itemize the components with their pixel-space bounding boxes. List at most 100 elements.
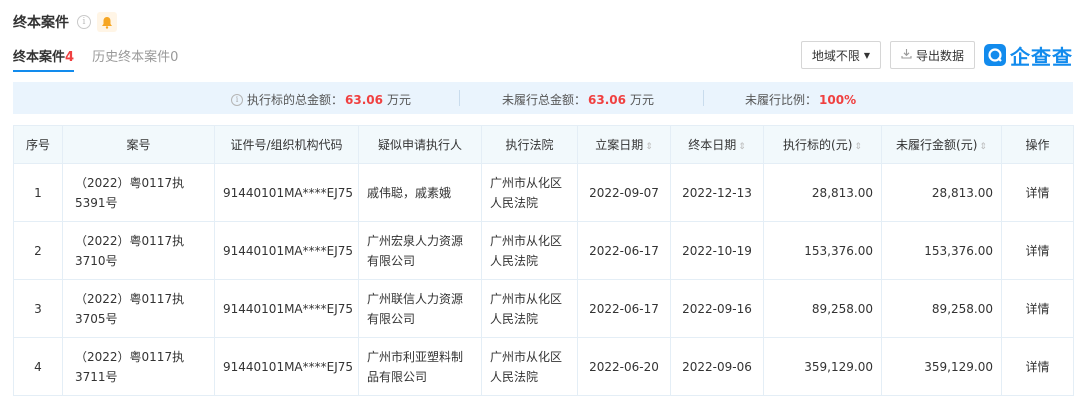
court: 广州市从化区人民法院 bbox=[481, 163, 578, 222]
end-date: 2022-09-06 bbox=[670, 337, 764, 396]
case-number-link[interactable]: （2022）粤0117执3711号 bbox=[62, 337, 215, 396]
details-link[interactable]: 详情 bbox=[1001, 163, 1074, 222]
col-header-index: 序号 bbox=[13, 125, 63, 164]
final-cases-table: 序号 案号 证件号/组织机构代码 疑似申请执行人 执行法院 立案日期 ⇕ 终本日期… bbox=[13, 125, 1074, 396]
filing-date: 2022-09-07 bbox=[577, 163, 671, 222]
details-link[interactable]: 详情 bbox=[1001, 279, 1074, 338]
unfulfilled-ratio-summary: 未履行比例： 100% bbox=[745, 91, 856, 108]
unfulfilled-ratio-label: 未履行比例： bbox=[745, 93, 818, 107]
unfulfilled-total-label: 未履行总金额： bbox=[502, 93, 587, 107]
brand-logo: 企查查 bbox=[984, 41, 1073, 70]
toolbar: 地域不限 ▼ 导出数据 企查查 bbox=[792, 40, 1073, 70]
row-index: 4 bbox=[13, 337, 63, 396]
col-header-id-code: 证件号/组织机构代码 bbox=[214, 125, 359, 164]
col-header-case-no: 案号 bbox=[62, 125, 215, 164]
region-filter-label: 地域不限 bbox=[811, 48, 860, 63]
id-code: 91440101MA****EJ75 bbox=[214, 337, 359, 396]
id-code: 91440101MA****EJ75 bbox=[214, 279, 359, 338]
unfulfilled-amount: 28,813.00 bbox=[881, 163, 1002, 222]
download-icon bbox=[901, 48, 912, 62]
court: 广州市从化区人民法院 bbox=[481, 221, 578, 280]
unfulfilled-amount: 359,129.00 bbox=[881, 337, 1002, 396]
info-icon[interactable]: i bbox=[77, 15, 91, 29]
col-header-label: 未履行金额(元) bbox=[896, 138, 978, 152]
unfulfilled-amount: 89,258.00 bbox=[881, 279, 1002, 338]
tab-history-final-cases[interactable]: 历史终本案件0 bbox=[92, 46, 178, 70]
sort-icon[interactable]: ⇕ bbox=[645, 142, 653, 152]
exec-amount: 359,129.00 bbox=[763, 337, 882, 396]
table-row: 3 （2022）粤0117执3705号 91440101MA****EJ75 广… bbox=[13, 279, 1074, 338]
filing-date: 2022-06-20 bbox=[577, 337, 671, 396]
summary-bar: i 执行标的总金额： 63.06 万元 未履行总金额： 63.06 万元 未履行… bbox=[13, 82, 1073, 114]
qichacha-logo-icon bbox=[984, 44, 1006, 66]
brand-name: 企查查 bbox=[1010, 44, 1073, 69]
exec-total-value: 63.06 bbox=[345, 92, 383, 107]
export-button[interactable]: 导出数据 bbox=[889, 41, 975, 69]
exec-total-label: 执行标的总金额： bbox=[247, 93, 344, 107]
exec-total-unit: 万元 bbox=[386, 93, 411, 107]
section-title-row: 终本案件 i bbox=[13, 12, 117, 32]
sort-icon[interactable]: ⇕ bbox=[979, 142, 987, 152]
applicant-text: 戚伟聪，戚素娥 bbox=[358, 163, 482, 222]
end-date: 2022-09-16 bbox=[670, 279, 764, 338]
table-row: 1 （2022）粤0117执5391号 91440101MA****EJ75 戚… bbox=[13, 163, 1074, 222]
tab-label: 终本案件 bbox=[13, 50, 66, 65]
case-number-link[interactable]: （2022）粤0117执3710号 bbox=[62, 221, 215, 280]
row-index: 1 bbox=[13, 163, 63, 222]
tab-bar: 终本案件4 历史终本案件0 bbox=[13, 46, 196, 72]
col-header-action: 操作 bbox=[1001, 125, 1074, 164]
exec-amount: 28,813.00 bbox=[763, 163, 882, 222]
id-code: 91440101MA****EJ75 bbox=[214, 221, 359, 280]
col-header-unfulfilled-amount[interactable]: 未履行金额(元) ⇕ bbox=[881, 125, 1002, 164]
col-header-label: 执行标的(元) bbox=[783, 138, 853, 152]
filing-date: 2022-06-17 bbox=[577, 221, 671, 280]
col-header-label: 立案日期 bbox=[595, 138, 644, 152]
region-filter-button[interactable]: 地域不限 ▼ bbox=[800, 41, 881, 69]
court: 广州市从化区人民法院 bbox=[481, 337, 578, 396]
row-index: 3 bbox=[13, 279, 63, 338]
unfulfilled-ratio-value: 100% bbox=[819, 92, 857, 107]
divider bbox=[459, 90, 460, 106]
id-code: 91440101MA****EJ75 bbox=[214, 163, 359, 222]
unfulfilled-total-unit: 万元 bbox=[629, 93, 654, 107]
tab-count: 4 bbox=[65, 50, 75, 65]
table-header-row: 序号 案号 证件号/组织机构代码 疑似申请执行人 执行法院 立案日期 ⇕ 终本日期… bbox=[13, 125, 1074, 164]
sort-icon[interactable]: ⇕ bbox=[738, 142, 746, 152]
export-label: 导出数据 bbox=[915, 48, 964, 63]
tab-count: 0 bbox=[170, 50, 179, 65]
details-link[interactable]: 详情 bbox=[1001, 221, 1074, 280]
case-number-link[interactable]: （2022）粤0117执3705号 bbox=[62, 279, 215, 338]
exec-total-summary: i 执行标的总金额： 63.06 万元 bbox=[231, 91, 411, 108]
details-link[interactable]: 详情 bbox=[1001, 337, 1074, 396]
col-header-filing-date[interactable]: 立案日期 ⇕ bbox=[577, 125, 671, 164]
applicant-link[interactable]: 广州市利亚塑料制品有限公司 bbox=[358, 337, 482, 396]
sort-icon[interactable]: ⇕ bbox=[854, 142, 862, 152]
unfulfilled-amount: 153,376.00 bbox=[881, 221, 1002, 280]
unfulfilled-total-summary: 未履行总金额： 63.06 万元 bbox=[502, 91, 654, 108]
divider bbox=[703, 90, 704, 106]
filing-date: 2022-06-17 bbox=[577, 279, 671, 338]
applicant-link[interactable]: 广州宏泉人力资源有限公司 bbox=[358, 221, 482, 280]
col-header-court: 执行法院 bbox=[481, 125, 578, 164]
exec-amount: 89,258.00 bbox=[763, 279, 882, 338]
end-date: 2022-10-19 bbox=[670, 221, 764, 280]
row-index: 2 bbox=[13, 221, 63, 280]
bell-icon[interactable] bbox=[97, 12, 117, 32]
col-header-exec-amount[interactable]: 执行标的(元) ⇕ bbox=[763, 125, 882, 164]
info-icon[interactable]: i bbox=[231, 93, 243, 106]
col-header-end-date[interactable]: 终本日期 ⇕ bbox=[670, 125, 764, 164]
tab-final-cases[interactable]: 终本案件4 bbox=[13, 46, 75, 72]
end-date: 2022-12-13 bbox=[670, 163, 764, 222]
caret-down-icon: ▼ bbox=[863, 50, 870, 60]
table-row: 2 （2022）粤0117执3710号 91440101MA****EJ75 广… bbox=[13, 221, 1074, 280]
court: 广州市从化区人民法院 bbox=[481, 279, 578, 338]
exec-amount: 153,376.00 bbox=[763, 221, 882, 280]
section-title: 终本案件 bbox=[13, 15, 69, 31]
unfulfilled-total-value: 63.06 bbox=[588, 92, 626, 107]
applicant-link[interactable]: 广州联信人力资源有限公司 bbox=[358, 279, 482, 338]
col-header-applicant: 疑似申请执行人 bbox=[358, 125, 482, 164]
case-number-link[interactable]: （2022）粤0117执5391号 bbox=[62, 163, 215, 222]
col-header-label: 终本日期 bbox=[688, 138, 737, 152]
tab-label: 历史终本案件 bbox=[92, 50, 171, 65]
table-row: 4 （2022）粤0117执3711号 91440101MA****EJ75 广… bbox=[13, 337, 1074, 396]
